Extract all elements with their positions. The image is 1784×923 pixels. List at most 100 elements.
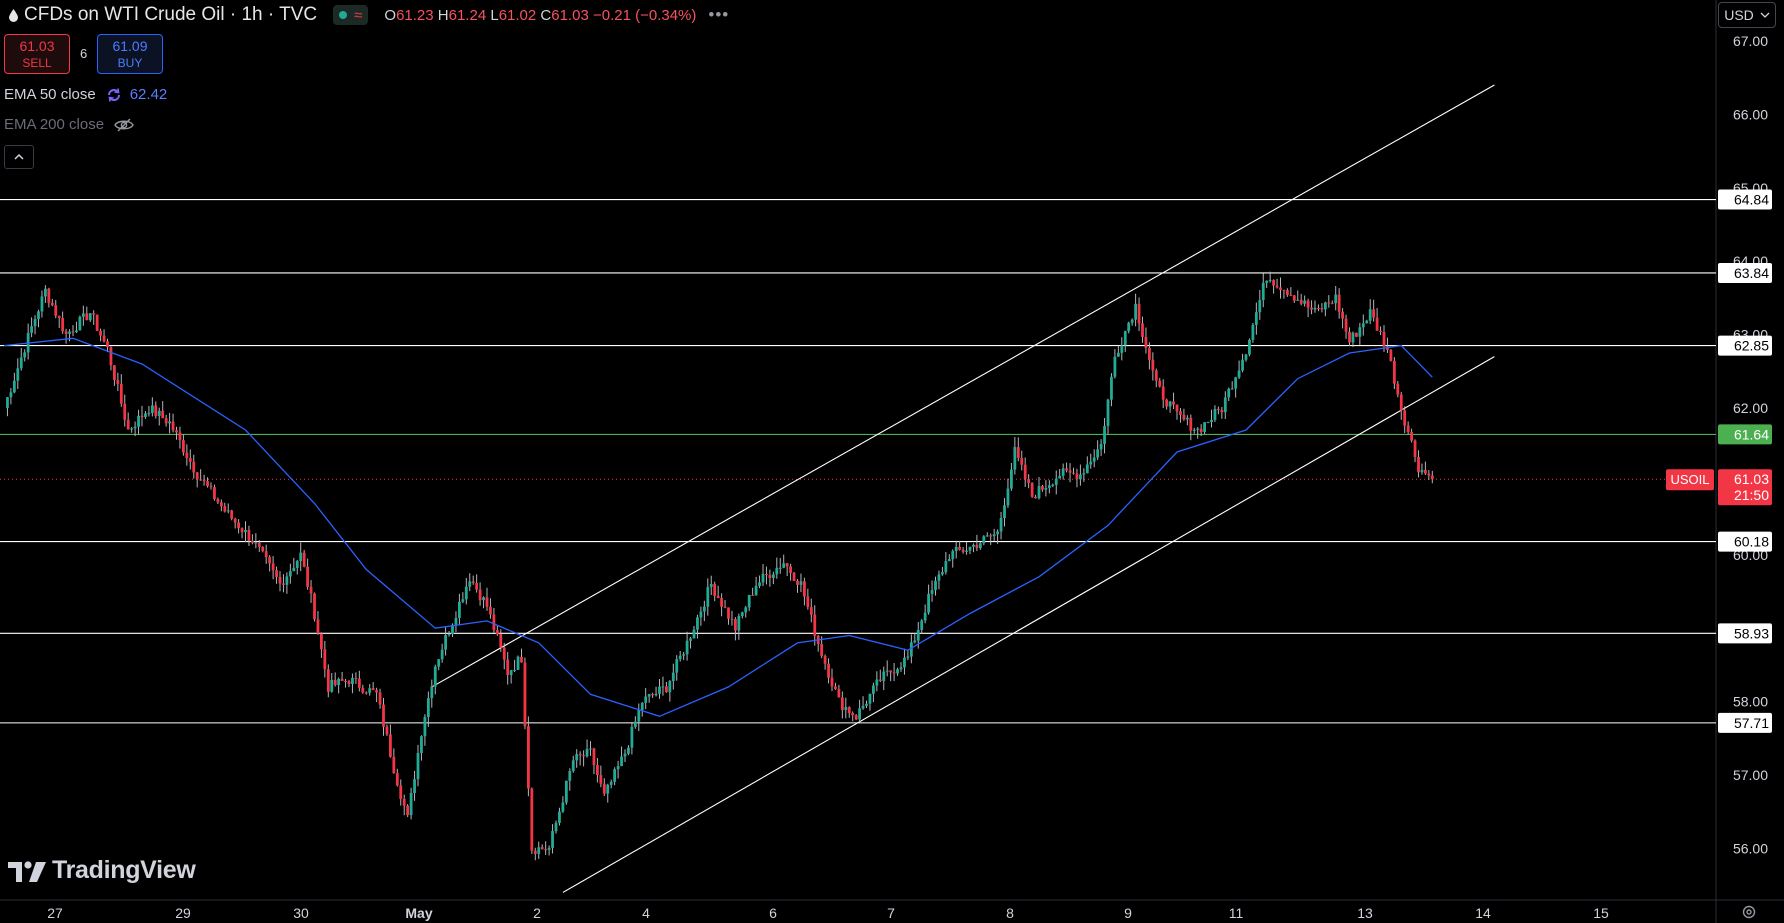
- candle-down: [1399, 394, 1403, 411]
- candle-down: [1182, 414, 1186, 420]
- candle-up: [861, 705, 865, 709]
- refresh-icon[interactable]: [106, 87, 122, 103]
- candle-up: [630, 726, 634, 748]
- more-options-icon[interactable]: •••: [708, 5, 729, 25]
- candle-up: [157, 410, 161, 416]
- candle-down: [1413, 440, 1417, 458]
- candle-up: [1192, 429, 1196, 431]
- candle-up: [999, 517, 1003, 532]
- candle-up: [1351, 332, 1355, 343]
- bar-countdown-label: 21:50: [1734, 487, 1769, 503]
- candle-up: [81, 313, 85, 317]
- x-tick-label: 29: [175, 905, 191, 921]
- candle-up: [627, 747, 630, 754]
- candle-up: [872, 685, 875, 694]
- candle-up: [761, 574, 765, 583]
- candle-down: [530, 788, 534, 851]
- channel-trendline[interactable]: [431, 84, 1495, 688]
- candle-up: [1051, 484, 1055, 486]
- y-tick-label: 56.00: [1733, 840, 1768, 856]
- candle-up: [1358, 327, 1362, 337]
- candle-down: [785, 563, 789, 567]
- candle-up: [1116, 352, 1120, 357]
- candle-down: [85, 313, 89, 321]
- currency-select[interactable]: USD: [1718, 2, 1776, 28]
- candle-down: [1148, 347, 1151, 360]
- candle-up: [875, 679, 879, 686]
- candle-down: [1279, 287, 1282, 290]
- level-price-label: 63.84: [1734, 265, 1769, 281]
- candle-down: [271, 563, 275, 571]
- candle-down: [1075, 473, 1079, 480]
- candle-down: [651, 694, 654, 696]
- ema50-line: [3, 337, 1433, 717]
- candle-down: [813, 614, 817, 636]
- candle-down: [344, 680, 347, 682]
- candle-down: [495, 630, 499, 635]
- candle-down: [1030, 482, 1034, 497]
- candle-down: [399, 785, 403, 799]
- y-tick-label: 58.00: [1733, 694, 1768, 710]
- candle-down: [1337, 294, 1341, 312]
- collapse-legend-button[interactable]: [4, 145, 34, 169]
- candle-up: [513, 669, 516, 671]
- x-tick-label: 30: [293, 905, 309, 921]
- indicator-ema50[interactable]: EMA 50 close 62.42: [4, 86, 167, 103]
- candle-down: [278, 577, 282, 584]
- symbol-title[interactable]: CFDs on WTI Crude Oil · 1h · TVC: [24, 4, 317, 26]
- candle-down: [306, 566, 309, 587]
- indicator-ema200[interactable]: EMA 200 close: [4, 116, 134, 133]
- candle-up: [426, 698, 430, 718]
- indicator-ema200-label: EMA 200 close: [4, 116, 105, 133]
- candle-up: [1082, 473, 1086, 475]
- candle-up: [1244, 354, 1248, 360]
- candle-down: [302, 552, 306, 567]
- candle-down: [533, 850, 537, 854]
- candle-down: [1320, 308, 1324, 310]
- candle-up: [1237, 370, 1241, 378]
- candle-up: [637, 710, 641, 722]
- candle-down: [1392, 360, 1396, 384]
- candle-up: [1254, 312, 1258, 325]
- candle-down: [309, 586, 313, 594]
- candle-up: [1123, 331, 1127, 346]
- price-chart[interactable]: 56.0057.0058.0059.0060.0061.0062.0063.00…: [0, 0, 1784, 923]
- candle-up: [133, 426, 137, 429]
- candle-down: [1034, 496, 1037, 499]
- candle-down: [1023, 464, 1027, 480]
- candle-up: [1047, 485, 1051, 489]
- candle-up: [927, 593, 930, 613]
- x-tick-label: May: [405, 905, 432, 921]
- candle-up: [882, 671, 886, 681]
- candle-down: [357, 678, 361, 688]
- candle-up: [482, 597, 485, 601]
- candle-up: [68, 331, 71, 334]
- buy-button[interactable]: 61.09 BUY: [97, 34, 163, 74]
- candle-up: [285, 576, 289, 585]
- candle-down: [233, 518, 237, 523]
- settings-gear-icon[interactable]: [1738, 903, 1760, 921]
- candle-down: [354, 677, 358, 679]
- candle-down: [727, 607, 730, 619]
- candle-up: [16, 368, 20, 381]
- candle-down: [1272, 280, 1275, 286]
- candle-down: [837, 689, 841, 698]
- candle-down: [1417, 457, 1420, 473]
- candle-down: [223, 506, 227, 512]
- candle-down: [264, 551, 268, 558]
- x-tick-label: 2: [533, 905, 541, 921]
- candle-up: [744, 607, 748, 613]
- candle-down: [1389, 349, 1393, 361]
- candle-down: [823, 655, 827, 664]
- candle-up: [1323, 302, 1327, 310]
- sell-button[interactable]: 61.03 SELL: [4, 34, 70, 74]
- candle-down: [1330, 303, 1334, 305]
- candle-up: [1134, 303, 1137, 320]
- candle-down: [71, 331, 75, 333]
- candle-down: [188, 458, 192, 462]
- channel-trendline[interactable]: [562, 356, 1495, 893]
- candle-up: [337, 678, 341, 685]
- market-status-pill[interactable]: ≈: [333, 5, 369, 25]
- eye-off-icon[interactable]: [114, 117, 134, 133]
- candle-up: [913, 640, 917, 643]
